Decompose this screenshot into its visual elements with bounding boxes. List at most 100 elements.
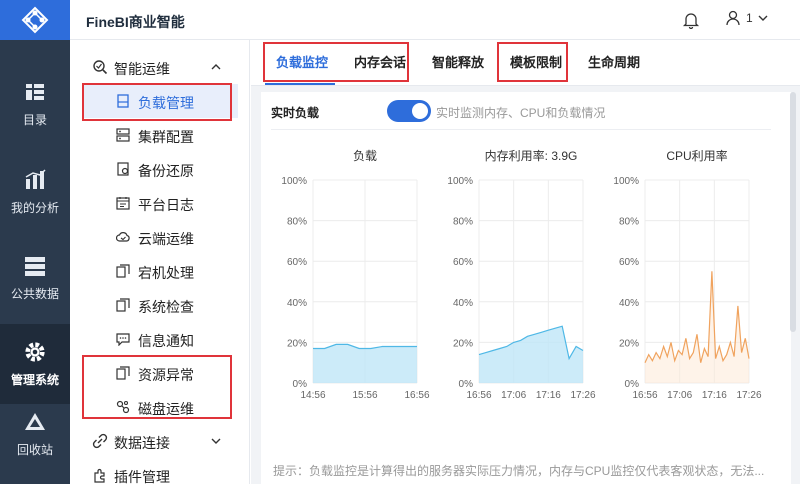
tab-memory-session[interactable]: 内存会话: [354, 52, 406, 71]
y-tick-label: 0%: [625, 379, 640, 390]
sidebar-item-resource-anomaly[interactable]: 资源异常: [82, 356, 238, 390]
sidebar-group-smart-ops[interactable]: 智能运维: [70, 50, 250, 84]
sidebar-item-label: 宕机处理: [138, 265, 194, 281]
nav-recycle-bin[interactable]: 回收站: [0, 394, 70, 474]
analysis-icon: [24, 168, 46, 191]
chart-title: 内存利用率: 3.9G: [485, 148, 578, 163]
sidebar-group-data-connection[interactable]: 数据连接: [70, 424, 250, 458]
app-title: FineBI商业智能: [86, 14, 185, 30]
vertical-scrollbar[interactable]: [790, 92, 796, 332]
message-icon: [116, 333, 130, 346]
top-bar: FineBI商业智能 1: [70, 0, 800, 40]
log-icon: [116, 197, 130, 210]
chevron-down-icon: [211, 438, 221, 444]
sidebar-item-platform-log[interactable]: 平台日志: [82, 186, 238, 220]
tab-load-monitor[interactable]: 负载监控: [276, 52, 328, 71]
load-icon: [117, 94, 129, 108]
y-tick-label: 100%: [613, 176, 639, 187]
sidebar-item-notifications[interactable]: 信息通知: [82, 322, 238, 356]
nav-public-data[interactable]: 公共数据: [0, 238, 70, 318]
x-tick-label: 14:56: [300, 390, 325, 401]
y-tick-label: 100%: [447, 176, 473, 187]
nav-management[interactable]: 管理系统: [0, 324, 70, 404]
plugin-icon: [94, 468, 105, 483]
nav-catalog[interactable]: 目录: [0, 64, 70, 144]
y-tick-label: 20%: [453, 338, 473, 349]
check-icon: [116, 298, 130, 312]
user-icon: [726, 10, 740, 26]
y-tick-label: 60%: [619, 257, 639, 268]
chevron-down-icon: [758, 15, 768, 21]
user-name: 1: [746, 11, 753, 25]
x-tick-label: 16:56: [466, 390, 491, 401]
nav-my-analysis[interactable]: 我的分析: [0, 152, 70, 232]
gear-icon: [24, 341, 46, 363]
chart-title: 负载: [353, 149, 377, 163]
tab-lifecycle[interactable]: 生命周期: [588, 52, 640, 71]
hint-text: 提示：负载监控是计算得出的服务器实际压力情况，内存与CPU监控仅代表客观状态，无…: [273, 464, 765, 478]
ops-icon: [93, 60, 108, 75]
left-nav: 目录 我的分析 公共数据 管理系统 回收站: [0, 0, 70, 484]
nav-recycle-bin-label: 回收站: [16, 442, 53, 457]
sidebar-item-system-check[interactable]: 系统检查: [82, 288, 238, 322]
sidebar-item-label: 备份还原: [138, 163, 194, 179]
y-tick-label: 20%: [619, 338, 639, 349]
y-tick-label: 0%: [459, 379, 474, 390]
y-tick-label: 60%: [453, 257, 473, 268]
sidebar-item-cloud-ops[interactable]: 云端运维: [82, 220, 238, 254]
y-tick-label: 60%: [287, 257, 307, 268]
bell-icon[interactable]: [682, 11, 700, 29]
sidebar-item-backup-restore[interactable]: 备份还原: [82, 152, 238, 186]
sidebar-item-cluster-config[interactable]: 集群配置: [82, 118, 238, 152]
tab-template-limit[interactable]: 模板限制: [510, 52, 562, 71]
x-tick-label: 17:16: [702, 390, 727, 401]
nav-catalog-label: 目录: [22, 112, 47, 127]
y-tick-label: 40%: [619, 298, 639, 309]
sidebar-item-label: 平台日志: [138, 197, 194, 213]
active-tab-indicator: [265, 83, 335, 85]
charts-area: 负载100%80%60%40%20%0%14:56 15:56 16:56内存利用率…: [281, 148, 762, 401]
sidebar-group-label: 数据连接: [114, 435, 170, 451]
x-tick-label: 17:26: [570, 390, 595, 401]
logo-icon: [21, 6, 49, 34]
resource-icon: [116, 366, 130, 380]
y-tick-label: 40%: [287, 298, 307, 309]
tab-bar: 负载监控 内存会话 智能释放 模板限制 生命周期: [251, 40, 800, 86]
nav-public-data-label: 公共数据: [10, 286, 59, 301]
x-tick-label: 16:56: [632, 390, 657, 401]
sidebar-group-label: 智能运维: [114, 61, 170, 77]
link-icon: [92, 433, 108, 449]
x-tick-label: 17:16: [536, 390, 561, 401]
x-tick-label: 15:56: [352, 390, 377, 401]
sidebar-item-disk-ops[interactable]: 磁盘运维: [82, 390, 238, 424]
sidebar-item-label: 系统检查: [138, 299, 194, 315]
tab-smart-release[interactable]: 智能释放: [432, 52, 484, 71]
series-area: [313, 344, 417, 383]
cluster-icon: [116, 128, 130, 142]
catalog-icon: [24, 81, 46, 103]
x-tick-label: 16:56: [404, 390, 429, 401]
x-tick-label: 17:26: [736, 390, 761, 401]
sidebar-group-plugin-management[interactable]: 插件管理: [70, 458, 250, 484]
sidebar-item-label: 磁盘运维: [138, 401, 194, 417]
sidebar-item-label: 负载管理: [138, 95, 194, 111]
logo[interactable]: [0, 0, 70, 40]
sidebar-item-crash-handling[interactable]: 宕机处理: [82, 254, 238, 288]
user-menu[interactable]: 1: [726, 10, 775, 26]
y-tick-label: 80%: [619, 217, 639, 228]
crash-icon: [116, 264, 130, 278]
y-tick-label: 0%: [293, 379, 308, 390]
y-tick-label: 100%: [281, 176, 307, 187]
sidebar-item-load-management[interactable]: 负载管理: [82, 84, 238, 118]
y-tick-label: 80%: [453, 217, 473, 228]
chevron-up-icon: [211, 64, 221, 70]
sidebar-item-label: 资源异常: [138, 367, 194, 383]
nav-management-label: 管理系统: [10, 372, 59, 387]
backup-icon: [117, 162, 129, 176]
x-tick-label: 17:06: [501, 390, 526, 401]
main-area: 负载监控 内存会话 智能释放 模板限制 生命周期 实时负载 实时监测内存、CPU…: [251, 40, 800, 484]
y-tick-label: 40%: [453, 298, 473, 309]
y-tick-label: 80%: [287, 217, 307, 228]
disk-icon: [116, 400, 130, 414]
x-tick-label: 17:06: [667, 390, 692, 401]
